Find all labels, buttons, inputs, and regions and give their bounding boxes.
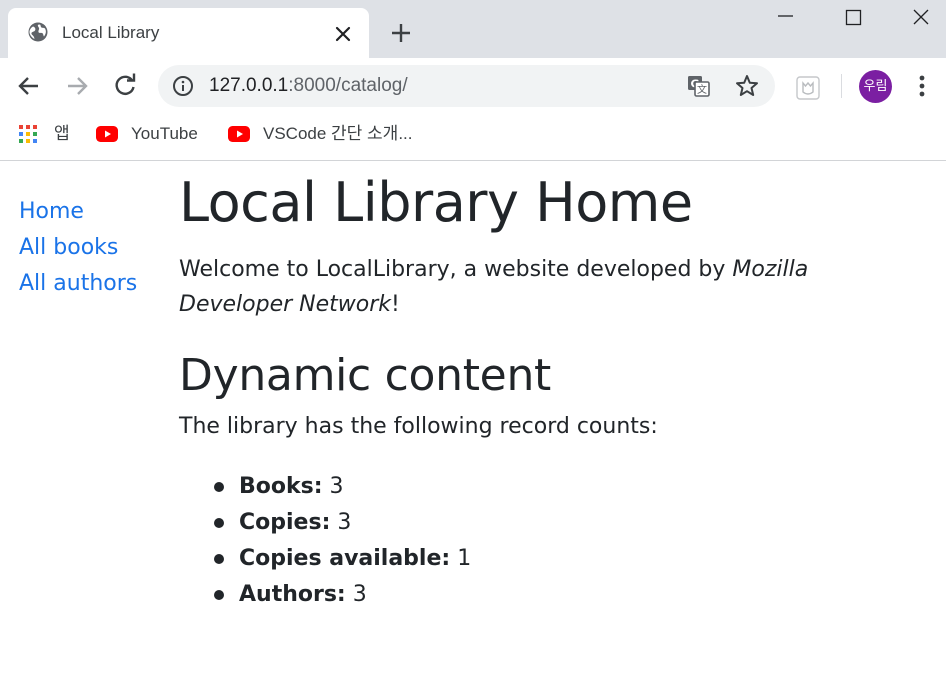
extension-icon[interactable]: [795, 75, 821, 101]
minimize-icon[interactable]: [762, 0, 808, 34]
bookmark-apps[interactable]: 앱: [18, 122, 78, 146]
page-viewport: Home All books All authors Local Library…: [0, 162, 946, 675]
bookmarks-bar: 앱 YouTube VSCode 간단 소개...: [0, 114, 946, 161]
sidebar-item-all-authors: All authors: [19, 268, 137, 304]
sidebar-link-all-authors[interactable]: All authors: [19, 271, 137, 296]
window-close-icon[interactable]: [898, 0, 944, 34]
count-value: 1: [457, 546, 472, 571]
welcome-text: Welcome to LocalLibrary, a website devel…: [179, 252, 919, 322]
url-path: :8000/catalog/: [288, 75, 408, 96]
tab-title: Local Library: [62, 23, 160, 42]
bullet-icon: [214, 590, 224, 600]
count-value: 3: [329, 474, 344, 499]
bookmark-label: VSCode 간단 소개...: [263, 124, 413, 143]
profile-avatar[interactable]: 우림: [859, 70, 892, 103]
sidebar-item-all-books: All books: [19, 232, 137, 268]
url-host: 127.0.0.1: [209, 75, 289, 96]
bookmark-label: 앱: [54, 124, 70, 143]
sidebar-item-home: Home: [19, 196, 137, 232]
record-counts-list: Books: 3 Copies: 3 Copies available: 1 A…: [214, 469, 919, 613]
bullet-icon: [214, 554, 224, 564]
close-tab-icon[interactable]: [332, 23, 354, 45]
bullet-icon: [214, 518, 224, 528]
browser-titlebar: Local Library: [0, 0, 946, 58]
new-tab-icon[interactable]: [388, 20, 414, 46]
bookmark-youtube[interactable]: YouTube: [96, 122, 208, 146]
section-title: Dynamic content: [179, 350, 551, 401]
bookmark-label: YouTube: [131, 124, 198, 143]
bookmark-vscode[interactable]: VSCode 간단 소개...: [228, 122, 438, 146]
counts-intro: The library has the following record cou…: [179, 414, 658, 439]
youtube-icon: [96, 126, 118, 142]
apps-grid-icon: [19, 125, 37, 143]
list-item: Copies available: 1: [214, 541, 919, 577]
list-item: Authors: 3: [214, 577, 919, 613]
sidebar-link-all-books[interactable]: All books: [19, 235, 118, 260]
maximize-icon[interactable]: [830, 0, 876, 34]
bookmark-star-icon[interactable]: [734, 73, 760, 99]
count-label: Authors:: [239, 582, 346, 607]
count-label: Copies available:: [239, 546, 451, 571]
count-label: Books:: [239, 474, 323, 499]
list-item: Books: 3: [214, 469, 919, 505]
url-text[interactable]: 127.0.0.1:8000/catalog/: [209, 74, 408, 98]
back-arrow-icon[interactable]: [15, 72, 43, 100]
count-label: Copies:: [239, 510, 331, 535]
address-bar[interactable]: 127.0.0.1:8000/catalog/ G 文: [158, 65, 775, 107]
welcome-prefix: Welcome to LocalLibrary, a website devel…: [179, 257, 733, 282]
bullet-icon: [214, 482, 224, 492]
sidebar-link-home[interactable]: Home: [19, 199, 84, 224]
reload-icon[interactable]: [111, 72, 139, 100]
page-title: Local Library Home: [179, 171, 693, 234]
toolbar-divider: [841, 74, 842, 98]
sidebar-nav: Home All books All authors: [19, 196, 137, 304]
list-item: Copies: 3: [214, 505, 919, 541]
svg-text:文: 文: [697, 83, 707, 96]
translate-icon[interactable]: G 文: [686, 73, 712, 99]
forward-arrow-icon[interactable]: [63, 72, 91, 100]
more-menu-icon[interactable]: [910, 72, 934, 100]
count-value: 3: [352, 582, 367, 607]
main-content: Local Library Home Welcome to LocalLibra…: [179, 166, 919, 613]
count-value: 3: [337, 510, 352, 535]
globe-icon: [28, 22, 48, 42]
youtube-icon: [228, 126, 250, 142]
browser-tab[interactable]: Local Library: [8, 8, 369, 58]
welcome-suffix: !: [391, 292, 400, 317]
site-info-icon[interactable]: [172, 75, 194, 97]
